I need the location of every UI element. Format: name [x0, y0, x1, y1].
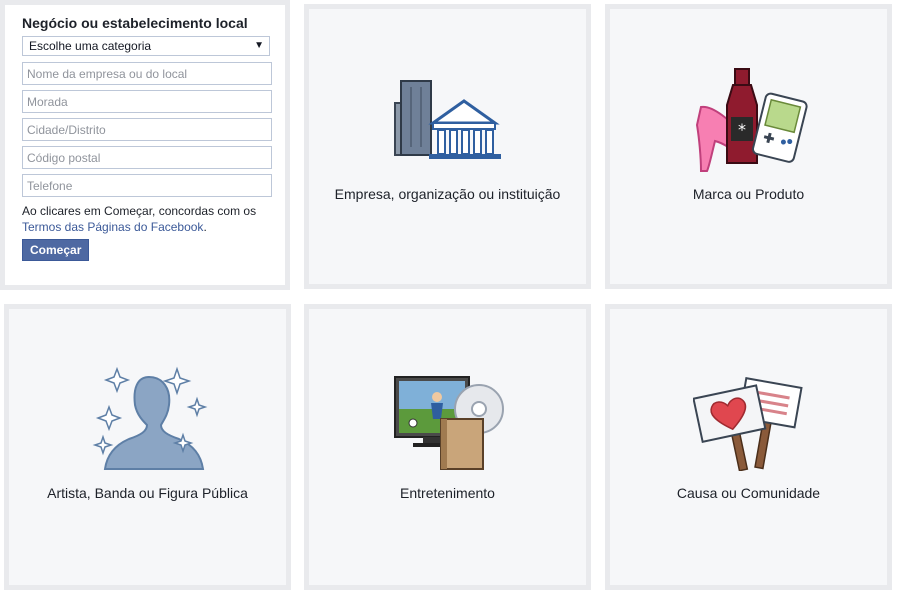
tv-cd-book-icon — [394, 376, 504, 470]
category-select[interactable]: Escolhe uma categoria ▼ — [22, 36, 270, 56]
business-name-input[interactable] — [22, 62, 272, 85]
category-tile-company[interactable]: Empresa, organização ou instituição — [304, 4, 591, 289]
category-label-artist: Artista, Banda ou Figura Pública — [47, 485, 248, 501]
category-label-company: Empresa, organização ou instituição — [334, 186, 561, 202]
brand-products-icon: * — [695, 68, 808, 172]
phone-input[interactable] — [22, 174, 272, 197]
category-tile-artist[interactable]: Artista, Banda ou Figura Pública — [4, 304, 291, 590]
buildings-icon — [394, 80, 501, 159]
start-button[interactable]: Começar — [22, 239, 90, 261]
terms-text: Ao clicares em Começar, concordas com os… — [22, 203, 277, 235]
category-label-brand: Marca ou Produto — [692, 186, 805, 202]
form-title: Negócio ou estabelecimento local — [22, 15, 248, 31]
protest-signs-icon — [693, 377, 803, 471]
zip-code-input[interactable] — [22, 146, 272, 169]
terms-prefix: Ao clicares em Começar, concordas com os — [22, 204, 257, 218]
terms-suffix: . — [203, 220, 207, 234]
svg-text:*: * — [738, 120, 746, 139]
terms-link[interactable]: Termos das Páginas do Facebook — [22, 220, 203, 234]
category-tile-brand[interactable]: * Marca ou Produto — [605, 4, 892, 289]
category-select-value: Escolhe uma categoria — [29, 39, 152, 53]
local-business-tile: Negócio ou estabelecimento local Escolhe… — [0, 0, 290, 290]
category-label-cause: Causa ou Comunidade — [676, 485, 821, 501]
category-tile-cause[interactable]: Causa ou Comunidade — [605, 304, 892, 590]
city-input[interactable] — [22, 118, 272, 141]
category-label-entertainment: Entretenimento — [400, 485, 495, 501]
artist-silhouette-icon — [92, 366, 208, 470]
address-input[interactable] — [22, 90, 272, 113]
category-tile-entertainment[interactable]: Entretenimento — [304, 304, 591, 590]
dropdown-arrow-icon: ▼ — [254, 40, 264, 51]
